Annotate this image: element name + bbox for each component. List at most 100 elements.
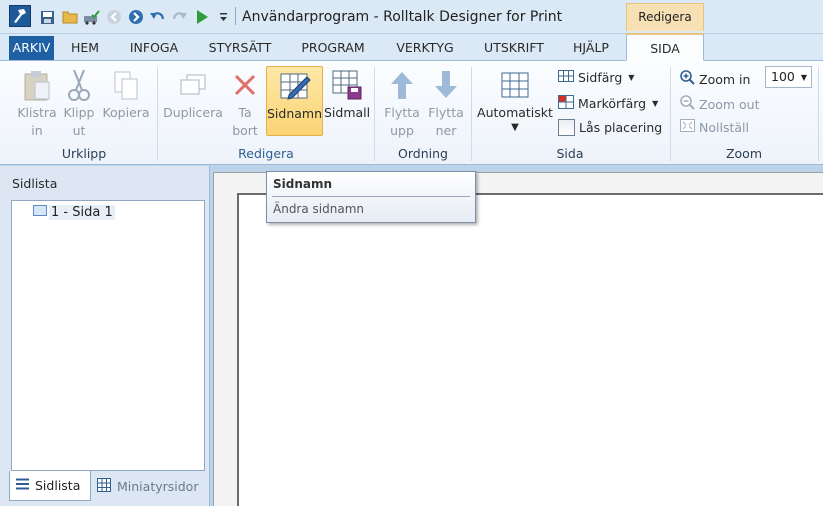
page-template-label: Sidmall xyxy=(324,105,371,120)
open-folder-icon[interactable] xyxy=(60,7,79,27)
move-up-button[interactable]: Flytta upp xyxy=(380,66,424,140)
vehicle-check-icon[interactable] xyxy=(82,7,101,27)
app-logo-icon[interactable] xyxy=(9,5,31,27)
page-color-label: Sidfärg xyxy=(578,70,623,85)
zoom-out-button[interactable]: Zoom out xyxy=(680,95,759,113)
group-label-redigera: Redigera xyxy=(238,146,294,161)
group-label-ordning: Ordning xyxy=(398,146,448,161)
group-label-sida: Sida xyxy=(556,146,584,161)
zoom-in-label: Zoom in xyxy=(699,71,751,87)
duplicate-icon xyxy=(162,66,224,104)
back-icon[interactable] xyxy=(104,7,123,27)
group-separator xyxy=(374,67,375,161)
marker-color-label: Markörfärg xyxy=(578,96,647,111)
move-down-label: Flytta ner xyxy=(428,105,464,138)
tooltip-divider xyxy=(272,196,470,197)
page-template-button[interactable]: Sidmall xyxy=(324,66,370,122)
panel-tabs: Sidlista Miniatyrsidor xyxy=(9,471,209,503)
page-color-button[interactable]: Sidfärg ▼ xyxy=(558,70,634,85)
zoom-level-value: 100 xyxy=(771,69,795,84)
page-tree[interactable]: 1 - Sida 1 xyxy=(11,200,205,471)
group-separator xyxy=(157,67,158,161)
thumbnail-grid-icon xyxy=(97,477,111,495)
group-separator xyxy=(670,67,671,161)
lock-placement-checkbox[interactable]: Lås placering xyxy=(558,119,662,136)
tab-sida[interactable]: SIDA xyxy=(626,33,704,61)
tab-infoga[interactable]: INFOGA xyxy=(118,34,190,61)
tab-utskrift[interactable]: UTSKRIFT xyxy=(474,34,554,61)
zoom-in-icon xyxy=(680,70,695,88)
tree-item-label: 1 - Sida 1 xyxy=(49,205,115,220)
ribbon-tab-row: ARKIV HEM INFOGA STYRSÄTT PROGRAM VERKTY… xyxy=(0,33,823,61)
copy-button[interactable]: Kopiera xyxy=(100,66,152,122)
window-title: Användarprogram - Rolltalk Designer for … xyxy=(242,9,563,25)
page-canvas[interactable] xyxy=(237,193,823,506)
duplicate-button[interactable]: Duplicera xyxy=(162,66,224,122)
move-down-button[interactable]: Flytta ner xyxy=(424,66,468,140)
delete-button[interactable]: Ta bort xyxy=(226,66,264,140)
dropdown-arrow-icon: ▼ xyxy=(800,73,807,82)
tooltip: Sidnamn Ändra sidnamn xyxy=(266,171,476,223)
group-label-zoom: Zoom xyxy=(725,146,763,161)
delete-label: Ta bort xyxy=(232,105,258,138)
quick-access-toolbar xyxy=(38,6,233,28)
duplicate-label: Duplicera xyxy=(163,105,223,120)
play-icon[interactable] xyxy=(192,7,211,27)
tab-arkiv[interactable]: ARKIV xyxy=(9,36,54,60)
lock-placement-label: Lås placering xyxy=(579,120,663,135)
paste-label: Klistra in xyxy=(17,105,57,138)
tree-item[interactable]: 1 - Sida 1 xyxy=(33,205,115,220)
tab-program[interactable]: PROGRAM xyxy=(290,34,376,61)
save-icon[interactable] xyxy=(38,7,57,27)
customize-toolbar-icon[interactable] xyxy=(214,7,233,27)
tab-hem[interactable]: HEM xyxy=(60,34,110,61)
page-list-panel: Sidlista 1 - Sida 1 Sidlista Miniatyrsid… xyxy=(0,166,210,506)
undo-icon[interactable] xyxy=(148,7,167,27)
tab-sidlista-label: Sidlista xyxy=(35,478,81,493)
clipboard-icon xyxy=(14,66,60,104)
marker-color-button[interactable]: Markörfärg ▼ xyxy=(558,95,658,112)
reset-zoom-label: Nollställ xyxy=(699,119,749,135)
tab-verktyg[interactable]: VERKTYG xyxy=(388,34,462,61)
page-name-button[interactable]: Sidnamn xyxy=(266,66,323,136)
copy-label: Kopiera xyxy=(102,105,150,120)
reset-zoom-button[interactable]: Nollställ xyxy=(680,119,749,135)
arrow-down-icon xyxy=(424,66,468,104)
grid-layout-icon xyxy=(476,66,554,104)
delete-x-icon xyxy=(226,66,264,104)
tooltip-description: Ändra sidnamn xyxy=(273,202,364,216)
dropdown-arrow-icon: ▼ xyxy=(511,122,519,133)
page-template-icon xyxy=(324,66,370,104)
tab-miniatyrsidor[interactable]: Miniatyrsidor xyxy=(91,471,207,501)
automatic-label: Automatiskt xyxy=(477,105,553,120)
move-up-label: Flytta upp xyxy=(384,105,420,138)
page-name-icon xyxy=(267,67,322,105)
forward-icon[interactable] xyxy=(126,7,145,27)
page-icon xyxy=(33,205,47,220)
dropdown-arrow-icon: ▼ xyxy=(628,73,635,82)
arrow-up-icon xyxy=(380,66,424,104)
redo-icon[interactable] xyxy=(170,7,189,27)
marker-color-icon xyxy=(558,95,574,112)
checkbox-icon[interactable] xyxy=(558,119,575,136)
zoom-out-icon xyxy=(680,95,695,113)
cut-button[interactable]: Klipp ut xyxy=(60,66,98,140)
zoom-out-label: Zoom out xyxy=(699,96,760,112)
zoom-level-select[interactable]: 100 ▼ xyxy=(765,66,812,88)
tab-styrsatt[interactable]: STYRSÄTT xyxy=(200,34,280,61)
ribbon: Klistra in Klipp ut Kopiera Urklipp Dupl… xyxy=(0,61,823,165)
paste-button[interactable]: Klistra in xyxy=(14,66,60,140)
tab-sidlista[interactable]: Sidlista xyxy=(9,471,91,501)
dropdown-arrow-icon: ▼ xyxy=(652,99,659,108)
cut-label: Klipp ut xyxy=(63,105,95,138)
panel-title: Sidlista xyxy=(12,176,58,191)
scissors-icon xyxy=(60,66,98,104)
reset-zoom-icon xyxy=(680,119,695,135)
zoom-in-button[interactable]: Zoom in xyxy=(680,70,750,88)
copy-icon xyxy=(100,66,152,104)
group-separator xyxy=(818,67,819,161)
tooltip-title: Sidnamn xyxy=(273,177,333,191)
automatic-layout-button[interactable]: Automatiskt ▼ xyxy=(476,66,554,134)
title-separator xyxy=(235,7,236,25)
tab-hjalp[interactable]: HJÄLP xyxy=(562,34,620,61)
